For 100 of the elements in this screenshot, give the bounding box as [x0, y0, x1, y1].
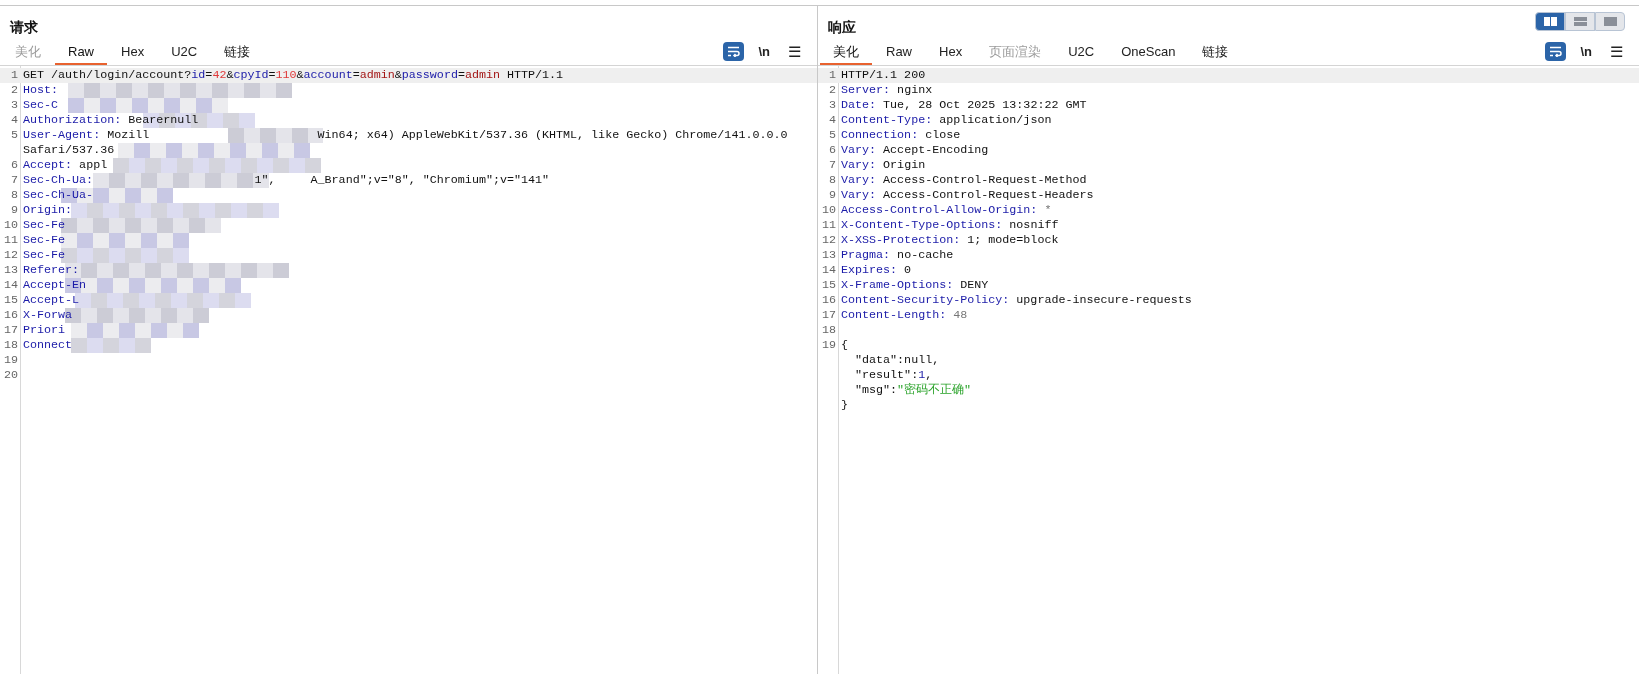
tab[interactable]: 美化: [820, 40, 872, 65]
code-line: {: [840, 338, 848, 353]
wrap-icon: [727, 45, 741, 57]
code-line: Connect: [22, 338, 73, 353]
line-number: 18: [820, 323, 837, 338]
line-number: 1: [10, 68, 19, 83]
line-number: 6: [828, 143, 837, 158]
panel-title: 请求: [10, 18, 38, 37]
code-line: Host:: [22, 83, 59, 98]
line-number: 14: [820, 263, 837, 278]
panel-title: 响应: [828, 18, 856, 37]
line-number: 17: [2, 323, 19, 338]
code-line: Access-Control-Allow-Origin: *: [840, 203, 1052, 218]
line-number: 5: [10, 128, 19, 144]
code-line: "data":null,: [854, 353, 940, 368]
code-line: HTTP/1.1 200: [840, 68, 926, 83]
line-number: 11: [2, 233, 19, 248]
code-line: Expires: 0: [840, 263, 912, 278]
code-line: Accept-L: [22, 293, 80, 308]
line-number: 15: [820, 278, 837, 293]
tab[interactable]: Raw: [55, 40, 107, 65]
code-line: Vary: Origin: [840, 158, 926, 173]
tab[interactable]: Hex: [926, 40, 976, 65]
line-number: 12: [820, 233, 837, 248]
code-line: Sec-Fe: [22, 218, 66, 233]
two-columns-icon: [1543, 17, 1557, 26]
line-number: 14: [2, 278, 19, 293]
wrap-toggle-button[interactable]: [723, 41, 745, 61]
newline-toggle-button[interactable]: \n: [1576, 41, 1596, 61]
code-line: X-Frame-Options: DENY: [840, 278, 989, 293]
line-number: 2: [828, 83, 837, 98]
code-line: Authorization: Bearernull: [22, 113, 199, 128]
code-line: Sec-Ch-Ua-: [22, 188, 94, 203]
wrap-icon: [1549, 45, 1563, 57]
line-number: 11: [820, 218, 837, 233]
wrap-toggle-button[interactable]: [1545, 41, 1567, 61]
code-line: Pragma: no-cache: [840, 248, 954, 263]
two-rows-icon: [1573, 17, 1587, 26]
menu-button[interactable]: ☰: [1606, 43, 1627, 59]
line-number: 18: [2, 338, 19, 353]
code-line: X-Forwa: [22, 308, 73, 323]
tab[interactable]: 链接: [211, 40, 264, 65]
code-line: Vary: Access-Control-Request-Headers: [840, 188, 1094, 203]
tab[interactable]: Raw: [873, 40, 925, 65]
line-number: 9: [10, 203, 19, 218]
single-pane-icon: [1603, 17, 1617, 26]
menu-button[interactable]: ☰: [784, 43, 805, 59]
code-line: Accept: appl: [22, 158, 108, 173]
code-line: Origin:: [22, 203, 73, 218]
code-line: GET /auth/login/account?id=42&cpyId=110&account=admin&password=admin HTTP/1.1: [22, 68, 564, 83]
tab[interactable]: 链接: [1189, 40, 1242, 65]
code-line: X-Content-Type-Options: nosniff: [840, 218, 1059, 233]
tab[interactable]: Hex: [108, 40, 158, 65]
line-number: 12: [2, 248, 19, 263]
code-line: X-XSS-Protection: 1; mode=block: [840, 233, 1059, 248]
code-line: Accept-En: [22, 278, 87, 293]
code-line: Priori: [22, 323, 66, 338]
code-line: Sec-Ch-Ua: 1", A_Brand";v="8", "Chromium";v="141": [22, 173, 550, 188]
code-line: Content-Type: application/json: [840, 113, 1052, 128]
line-number: 4: [828, 113, 837, 128]
code-line: Vary: Access-Control-Request-Method: [840, 173, 1087, 188]
tab[interactable]: OneScan: [1108, 40, 1189, 65]
line-number: 2: [10, 83, 19, 98]
line-number: 4: [10, 113, 19, 128]
line-number: 8: [10, 188, 19, 203]
code-line: Sec-C: [22, 98, 59, 113]
line-number: 10: [2, 218, 19, 233]
code-line: Content-Length: 48: [840, 308, 968, 323]
code-line: Vary: Accept-Encoding: [840, 143, 989, 158]
code-line: Referer:: [22, 263, 80, 278]
code-line: "result":1,: [854, 368, 933, 383]
layout-toggle-button[interactable]: [1595, 12, 1625, 31]
line-number: 5: [828, 128, 837, 143]
line-number: 13: [820, 248, 837, 263]
code-line: }: [840, 398, 848, 413]
layout-toggle-button[interactable]: [1535, 12, 1565, 31]
code-line: Content-Security-Policy: upgrade-insecure-requests: [840, 293, 1192, 308]
line-number: 10: [820, 203, 837, 218]
line-number: 17: [820, 308, 837, 323]
code-line: Server: nginx: [840, 83, 933, 98]
code-line: Connection: close: [840, 128, 961, 143]
line-number: 1: [828, 68, 837, 83]
line-number: 19: [820, 338, 837, 353]
newline-toggle-button[interactable]: \n: [754, 41, 774, 61]
tab[interactable]: U2C: [1055, 40, 1108, 65]
line-number: 20: [2, 368, 19, 383]
line-number: 16: [820, 293, 837, 308]
layout-toggle-button[interactable]: [1565, 12, 1595, 31]
code-line: Date: Tue, 28 Oct 2025 13:32:22 GMT: [840, 98, 1087, 113]
line-number: 6: [10, 158, 19, 173]
line-number: 3: [10, 98, 19, 113]
line-number: 8: [828, 173, 837, 188]
code-line: "msg":"密码不正确": [854, 383, 972, 398]
line-number: 16: [2, 308, 19, 323]
line-number: 9: [828, 188, 837, 203]
tab[interactable]: U2C: [158, 40, 211, 65]
line-number: 7: [828, 158, 837, 173]
line-number: 3: [828, 98, 837, 113]
line-number: 19: [2, 353, 19, 368]
code-line: Sec-Fe: [22, 233, 66, 248]
